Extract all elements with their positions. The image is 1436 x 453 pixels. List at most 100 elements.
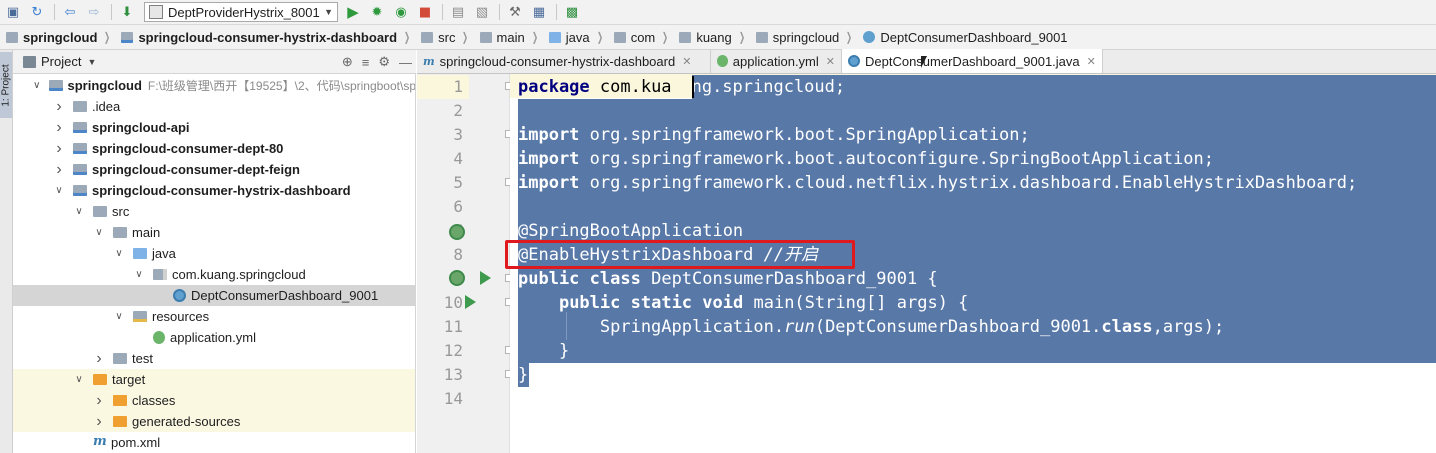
breadcrumb-item-main[interactable]: main	[474, 25, 527, 49]
line-number: 8	[453, 245, 463, 264]
chevron-down-icon[interactable]: ∨	[73, 374, 85, 385]
chevron-right-icon[interactable]: ›	[53, 140, 65, 158]
coverage-icon[interactable]: ◉	[390, 2, 412, 22]
run-icon[interactable]	[465, 295, 476, 309]
chevron-down-icon[interactable]: ∨	[113, 311, 125, 322]
tool-window-stripe: 1: Project	[0, 50, 13, 453]
breadcrumb-item-springcloud[interactable]: springcloud	[750, 25, 842, 49]
breadcrumb-item-class[interactable]: DeptConsumerDashboard_9001	[857, 25, 1069, 49]
run-config-label: DeptProviderHystrix_8001	[168, 4, 320, 20]
line-number: 13	[443, 365, 463, 384]
code-text: org.springframework.boot.autoconfigure.S…	[579, 149, 1214, 169]
breadcrumb-item-project[interactable]: springcloud	[0, 25, 99, 49]
chevron-right-icon[interactable]: ›	[93, 350, 105, 368]
chevron-down-icon[interactable]: ∨	[73, 206, 85, 217]
code-text: SpringApplication.	[518, 317, 785, 337]
breadcrumb-item-src[interactable]: src	[415, 25, 457, 49]
run-icon[interactable]: ▶	[342, 2, 364, 22]
chevron-down-icon[interactable]: ∨	[33, 80, 41, 91]
tree-item[interactable]: › classes	[13, 390, 415, 411]
tree-item[interactable]: ∨ resources	[13, 306, 415, 327]
tree-item[interactable]: ∨ src	[13, 201, 415, 222]
code-line: import org.springframework.boot.autoconf…	[518, 147, 1214, 171]
hide-panel-icon[interactable]: —	[399, 55, 412, 70]
orange-icon	[113, 395, 127, 406]
layout-icon[interactable]: ▦	[528, 2, 550, 22]
tree-item[interactable]: › springcloud-consumer-dept-80	[13, 138, 415, 159]
project-view-title[interactable]: Project	[41, 54, 81, 69]
orange-icon	[113, 416, 127, 427]
build-icon[interactable]: ⬇	[116, 2, 138, 22]
breadcrumb-separator: ❯	[404, 30, 411, 44]
run-configuration-select[interactable]: DeptProviderHystrix_8001 ▼	[144, 2, 338, 22]
run-icon[interactable]	[480, 271, 491, 285]
close-icon[interactable]: ✕	[1087, 55, 1096, 68]
scroll-from-source-icon[interactable]: ⊕	[342, 54, 353, 70]
sdk-icon[interactable]: ▧	[471, 2, 493, 22]
tree-item-label: classes	[132, 393, 176, 408]
tree-item[interactable]: › springcloud-api	[13, 117, 415, 138]
breadcrumb-item-com[interactable]: com	[608, 25, 658, 49]
spring-class-icon	[848, 55, 860, 67]
tree-item-label: DeptConsumerDashboard_9001	[191, 288, 379, 303]
code-italic: run	[784, 317, 815, 337]
tree-item-label: springcloud-consumer-hystrix-dashboard	[92, 183, 351, 198]
tree-item[interactable]: ∨ java	[13, 243, 415, 264]
tree-item[interactable]: m pom.xml	[13, 432, 415, 453]
code-text: DeptConsumerDashboard_9001 {	[640, 269, 938, 289]
editor-tab[interactable]: DeptConsumerDashboard_9001.java ✕	[842, 49, 1103, 73]
tree-item[interactable]: application.yml	[13, 327, 415, 348]
back-icon[interactable]: ⇦	[59, 2, 81, 22]
chevron-down-icon[interactable]: ∨	[53, 185, 65, 196]
annotation-highlight-box	[505, 240, 855, 269]
editor-tab[interactable]: application.yml ✕	[711, 49, 842, 73]
gear-icon[interactable]: ⚙	[378, 54, 390, 70]
project-folder-icon	[6, 31, 18, 43]
breadcrumb-item-kuang[interactable]: kuang	[673, 25, 733, 49]
selection-highlight	[518, 99, 1436, 123]
vcs-icon[interactable]: ▩	[561, 2, 583, 22]
tree-item-label: springcloud-consumer-dept-80	[92, 141, 284, 156]
chevron-right-icon[interactable]: ›	[93, 392, 105, 410]
chevron-down-icon[interactable]: ∨	[133, 269, 145, 280]
tree-item[interactable]: DeptConsumerDashboard_9001	[13, 285, 415, 306]
chevron-down-icon[interactable]: ∨	[113, 248, 125, 259]
line-number: 5	[453, 173, 463, 192]
debug-icon[interactable]: ✹	[366, 2, 388, 22]
breadcrumb-item-java[interactable]: java	[543, 25, 592, 49]
tree-item-label: springcloud	[67, 78, 142, 93]
settings-icon[interactable]: ⚒	[504, 2, 526, 22]
module-icon	[48, 80, 63, 91]
close-icon[interactable]: ✕	[826, 55, 835, 68]
chevron-down-icon: ▼	[324, 7, 333, 17]
collapse-all-icon[interactable]: ≡	[362, 55, 370, 70]
chevron-right-icon[interactable]: ›	[53, 119, 65, 137]
tree-item[interactable]: ∨ target	[13, 369, 415, 390]
project-tool-window-button[interactable]: 1: Project	[0, 52, 12, 118]
editor-tab[interactable]: m springcloud-consumer-hystrix-dashboard ✕	[417, 49, 711, 73]
tree-item[interactable]: › test	[13, 348, 415, 369]
tree-item[interactable]: › generated-sources	[13, 411, 415, 432]
structure-icon[interactable]: ▤	[447, 2, 469, 22]
breadcrumb-item-module[interactable]: springcloud-consumer-hystrix-dashboard	[115, 25, 399, 49]
chevron-down-icon[interactable]: ▼	[87, 57, 96, 67]
tree-item[interactable]: › springcloud-consumer-dept-feign	[13, 159, 415, 180]
tree-item[interactable]: ∨ com.kuang.springcloud	[13, 264, 415, 285]
package-icon	[153, 269, 167, 280]
chevron-right-icon[interactable]: ›	[53, 98, 65, 116]
tree-item[interactable]: ∨ springcloud-consumer-hystrix-dashboard	[13, 180, 415, 201]
sync-icon[interactable]: ↻	[26, 2, 48, 22]
stop-icon[interactable]: ■	[414, 2, 436, 22]
tree-item[interactable]: › .idea	[13, 96, 415, 117]
forward-icon[interactable]: ⇨	[83, 2, 105, 22]
code-text: main(String[] args) {	[743, 293, 969, 313]
chevron-right-icon[interactable]: ›	[53, 161, 65, 179]
close-icon[interactable]: ✕	[682, 55, 691, 68]
save-icon[interactable]: ▣	[2, 2, 24, 22]
chevron-down-icon[interactable]: ∨	[93, 227, 105, 238]
tree-item[interactable]: ∨ springcloud F:\班级管理\西开【19525】\2、代码\sprin…	[13, 75, 415, 96]
chevron-right-icon[interactable]: ›	[93, 413, 105, 431]
tree-item[interactable]: ∨ main	[13, 222, 415, 243]
module-icon	[73, 143, 87, 154]
line-number: 12	[443, 341, 463, 360]
